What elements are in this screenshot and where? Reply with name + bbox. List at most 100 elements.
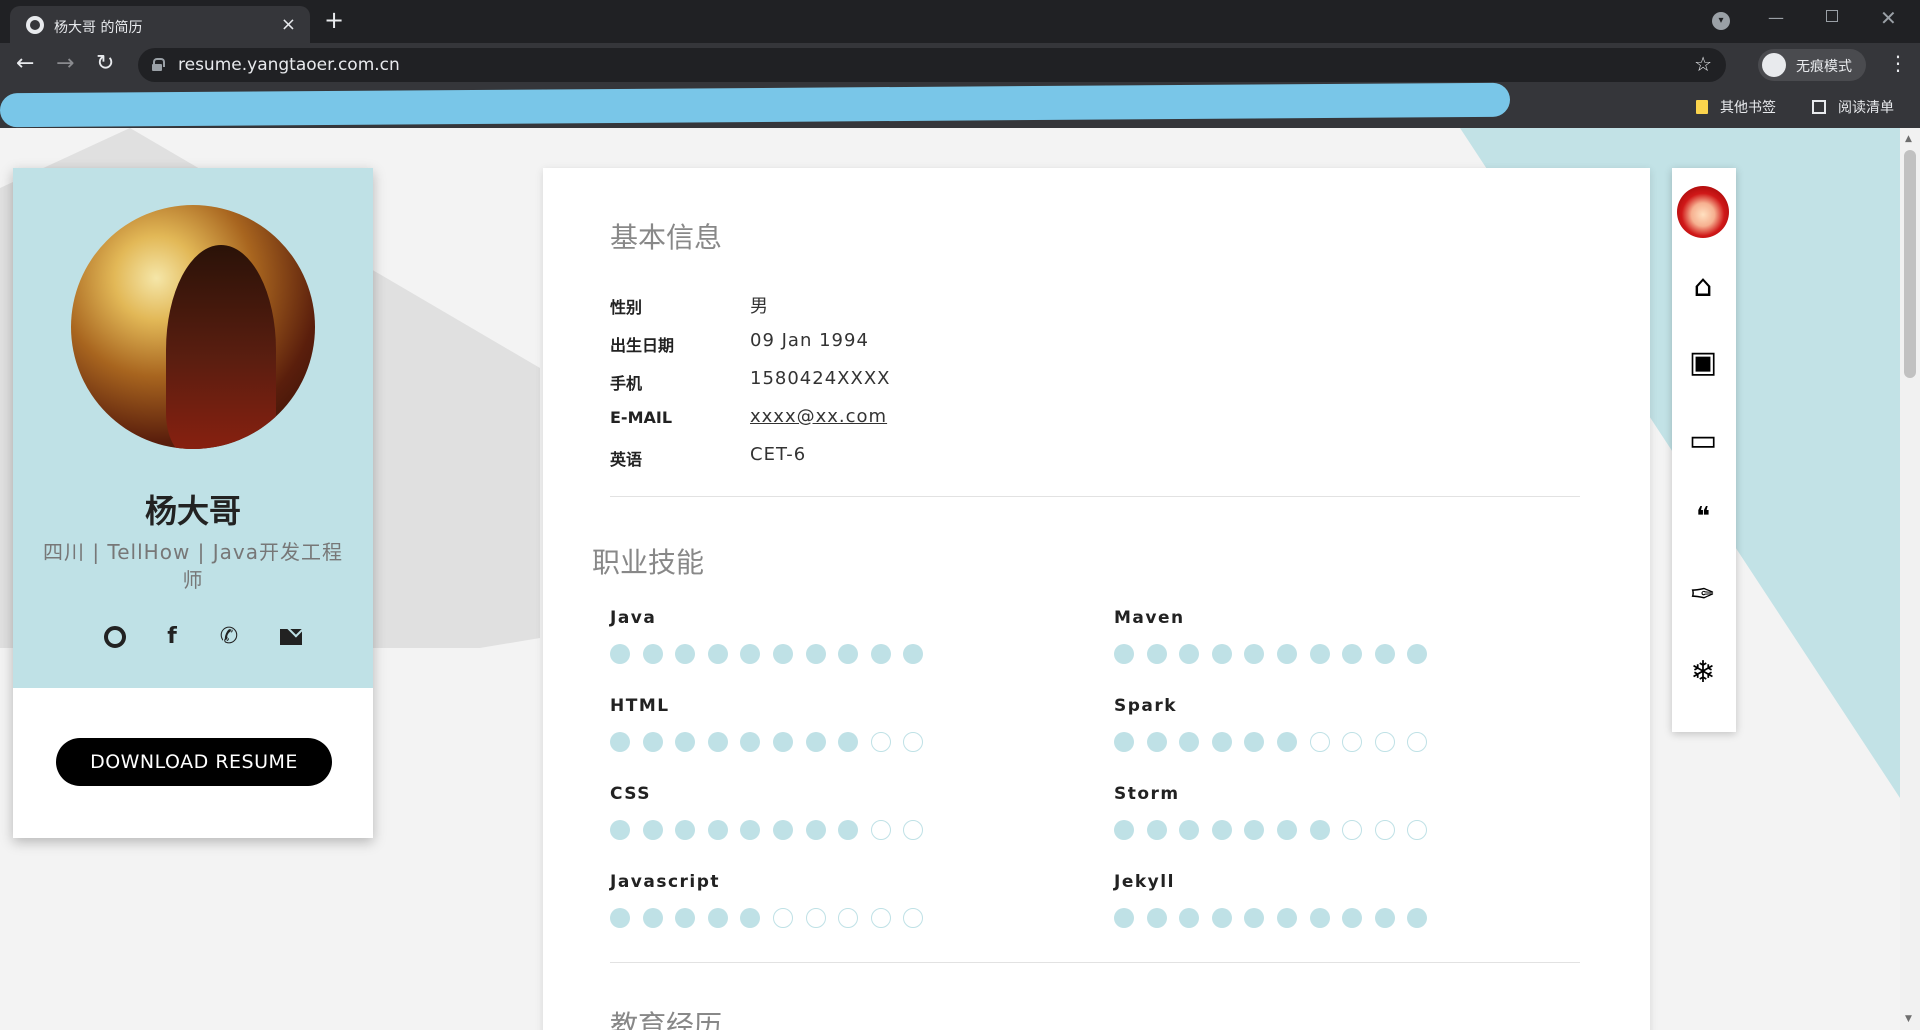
restore-button[interactable]	[1826, 10, 1838, 22]
skill-level-dot	[675, 820, 696, 840]
skill-level-dot	[1342, 732, 1363, 752]
minimize-button[interactable]: —	[1768, 8, 1784, 27]
new-tab-button[interactable]: +	[324, 6, 344, 34]
info-label: 出生日期	[610, 336, 675, 355]
info-value: 1580424XXXX	[750, 368, 891, 389]
download-resume-button[interactable]: DOWNLOAD RESUME	[56, 738, 332, 786]
browser-menu-button[interactable]: ⋮	[1888, 51, 1908, 75]
resume-page: 杨大哥 四川 | TellHow | Java开发工程师 f ✆ DOWNLOA…	[0, 128, 1900, 1030]
skill-level-dot	[1114, 644, 1134, 664]
quote-icon[interactable]: ❝	[1686, 500, 1720, 534]
skill-level-dot	[838, 820, 859, 840]
skill-level-dot	[870, 820, 891, 840]
skill-level-dot	[740, 644, 761, 664]
browser-tabbar: 杨大哥 的简历 × + ▾ — ✕	[0, 0, 1920, 43]
incognito-indicator[interactable]: 无痕模式	[1758, 49, 1866, 81]
skill-level-dot	[1244, 644, 1265, 664]
skill-level-dot	[1114, 732, 1134, 752]
close-window-button[interactable]: ✕	[1880, 6, 1897, 30]
skill-level-dot	[1342, 820, 1363, 840]
skill-level-dot	[773, 820, 793, 840]
info-value: CET-6	[750, 444, 807, 465]
info-value: 男	[750, 296, 769, 317]
skill-level-dot	[1146, 644, 1167, 664]
skill-name: Jekyll	[1114, 872, 1175, 892]
skill-level-dot	[903, 820, 924, 840]
reading-list[interactable]: 阅读清单	[1812, 97, 1894, 117]
skill-level-dot	[1407, 908, 1428, 928]
skill-level-dot	[1146, 732, 1167, 752]
skill-level-dot	[838, 908, 859, 928]
feather-icon[interactable]: ✑	[1686, 578, 1720, 612]
scroll-thumb[interactable]	[1904, 150, 1916, 378]
folder-icon	[1696, 100, 1708, 114]
briefcase-icon[interactable]: ▣	[1686, 346, 1720, 380]
resume-main-card: 基本信息 性别 男 出生日期 09 Jan 1994 手机 1580424XXX…	[543, 168, 1650, 1030]
skill-level-dot	[870, 908, 891, 928]
browser-tab[interactable]: 杨大哥 的简历 ×	[10, 6, 310, 43]
incognito-label: 无痕模式	[1796, 59, 1852, 75]
skill-name: Storm	[1114, 784, 1180, 804]
skill-level-dot	[707, 644, 728, 664]
skill-level-dot	[1146, 908, 1167, 928]
snowflake-icon[interactable]: ❄	[1686, 656, 1720, 690]
skill-name: Spark	[1114, 696, 1178, 716]
skill-level-dot	[805, 908, 826, 928]
skill-level-dot	[642, 908, 663, 928]
page-scrollbar[interactable]: ▲ ▼	[1900, 128, 1920, 1030]
lock-icon[interactable]	[152, 58, 165, 71]
home-icon[interactable]: ⌂	[1686, 270, 1720, 304]
info-label: E-MAIL	[610, 408, 673, 427]
skill-level-dot	[707, 820, 728, 840]
facebook-icon[interactable]: f	[159, 624, 185, 650]
skill-level-dot	[773, 644, 793, 664]
scroll-up-icon[interactable]: ▲	[1905, 134, 1912, 144]
skill-level-dot	[1179, 908, 1200, 928]
skill-level-dot	[805, 820, 826, 840]
skill-level-dot	[1211, 820, 1232, 840]
reload-button[interactable]: ↻	[96, 51, 114, 76]
other-bookmarks[interactable]: 其他书签	[1696, 97, 1776, 117]
skill-level-dot	[870, 732, 891, 752]
skill-level-dot	[1374, 644, 1395, 664]
skill-level-dot	[1114, 908, 1134, 928]
forward-button[interactable]: →	[56, 51, 74, 76]
skill-level-dot	[1374, 732, 1395, 752]
phone-icon[interactable]: ✆	[216, 624, 242, 650]
tab-search-icon[interactable]: ▾	[1712, 12, 1730, 30]
skill-level-dot	[1309, 908, 1330, 928]
github-icon[interactable]	[102, 624, 128, 650]
skill-level-dot	[1244, 908, 1265, 928]
reading-list-icon	[1812, 100, 1826, 114]
skill-level-dot	[773, 732, 793, 752]
skill-level-dot	[642, 732, 663, 752]
back-button[interactable]: ←	[16, 51, 34, 76]
bookmark-star-icon[interactable]: ☆	[1694, 52, 1712, 76]
info-value: 09 Jan 1994	[750, 330, 869, 351]
skill-level-dot	[1244, 820, 1265, 840]
skill-level-dot	[805, 732, 826, 752]
scroll-down-icon[interactable]: ▼	[1905, 1014, 1912, 1024]
info-label: 性别	[610, 298, 643, 317]
skill-level-dot	[675, 732, 696, 752]
skill-level-dot	[870, 644, 891, 664]
skill-level-dot	[903, 908, 924, 928]
skill-level-dot	[1277, 908, 1297, 928]
skill-level-dot	[675, 644, 696, 664]
email-link[interactable]: xxxx@xx.com	[750, 406, 887, 427]
skill-level-dot	[610, 820, 630, 840]
email-icon[interactable]	[278, 624, 304, 650]
close-tab-icon[interactable]: ×	[281, 14, 296, 35]
profile-photo	[71, 205, 315, 449]
skill-level-dot	[740, 820, 761, 840]
skill-level-dot	[1342, 908, 1363, 928]
address-bar[interactable]: resume.yangtaoer.com.cn ☆	[138, 48, 1726, 82]
skill-level-dot	[1211, 908, 1232, 928]
url-text[interactable]: resume.yangtaoer.com.cn	[178, 55, 400, 75]
skill-level-dot	[1374, 820, 1395, 840]
section-title-education: 教育经历	[610, 1009, 723, 1030]
nav-avatar[interactable]	[1677, 186, 1729, 238]
section-divider	[610, 496, 1580, 497]
image-icon[interactable]: ▭	[1686, 424, 1720, 458]
skill-level-dot	[1211, 732, 1232, 752]
